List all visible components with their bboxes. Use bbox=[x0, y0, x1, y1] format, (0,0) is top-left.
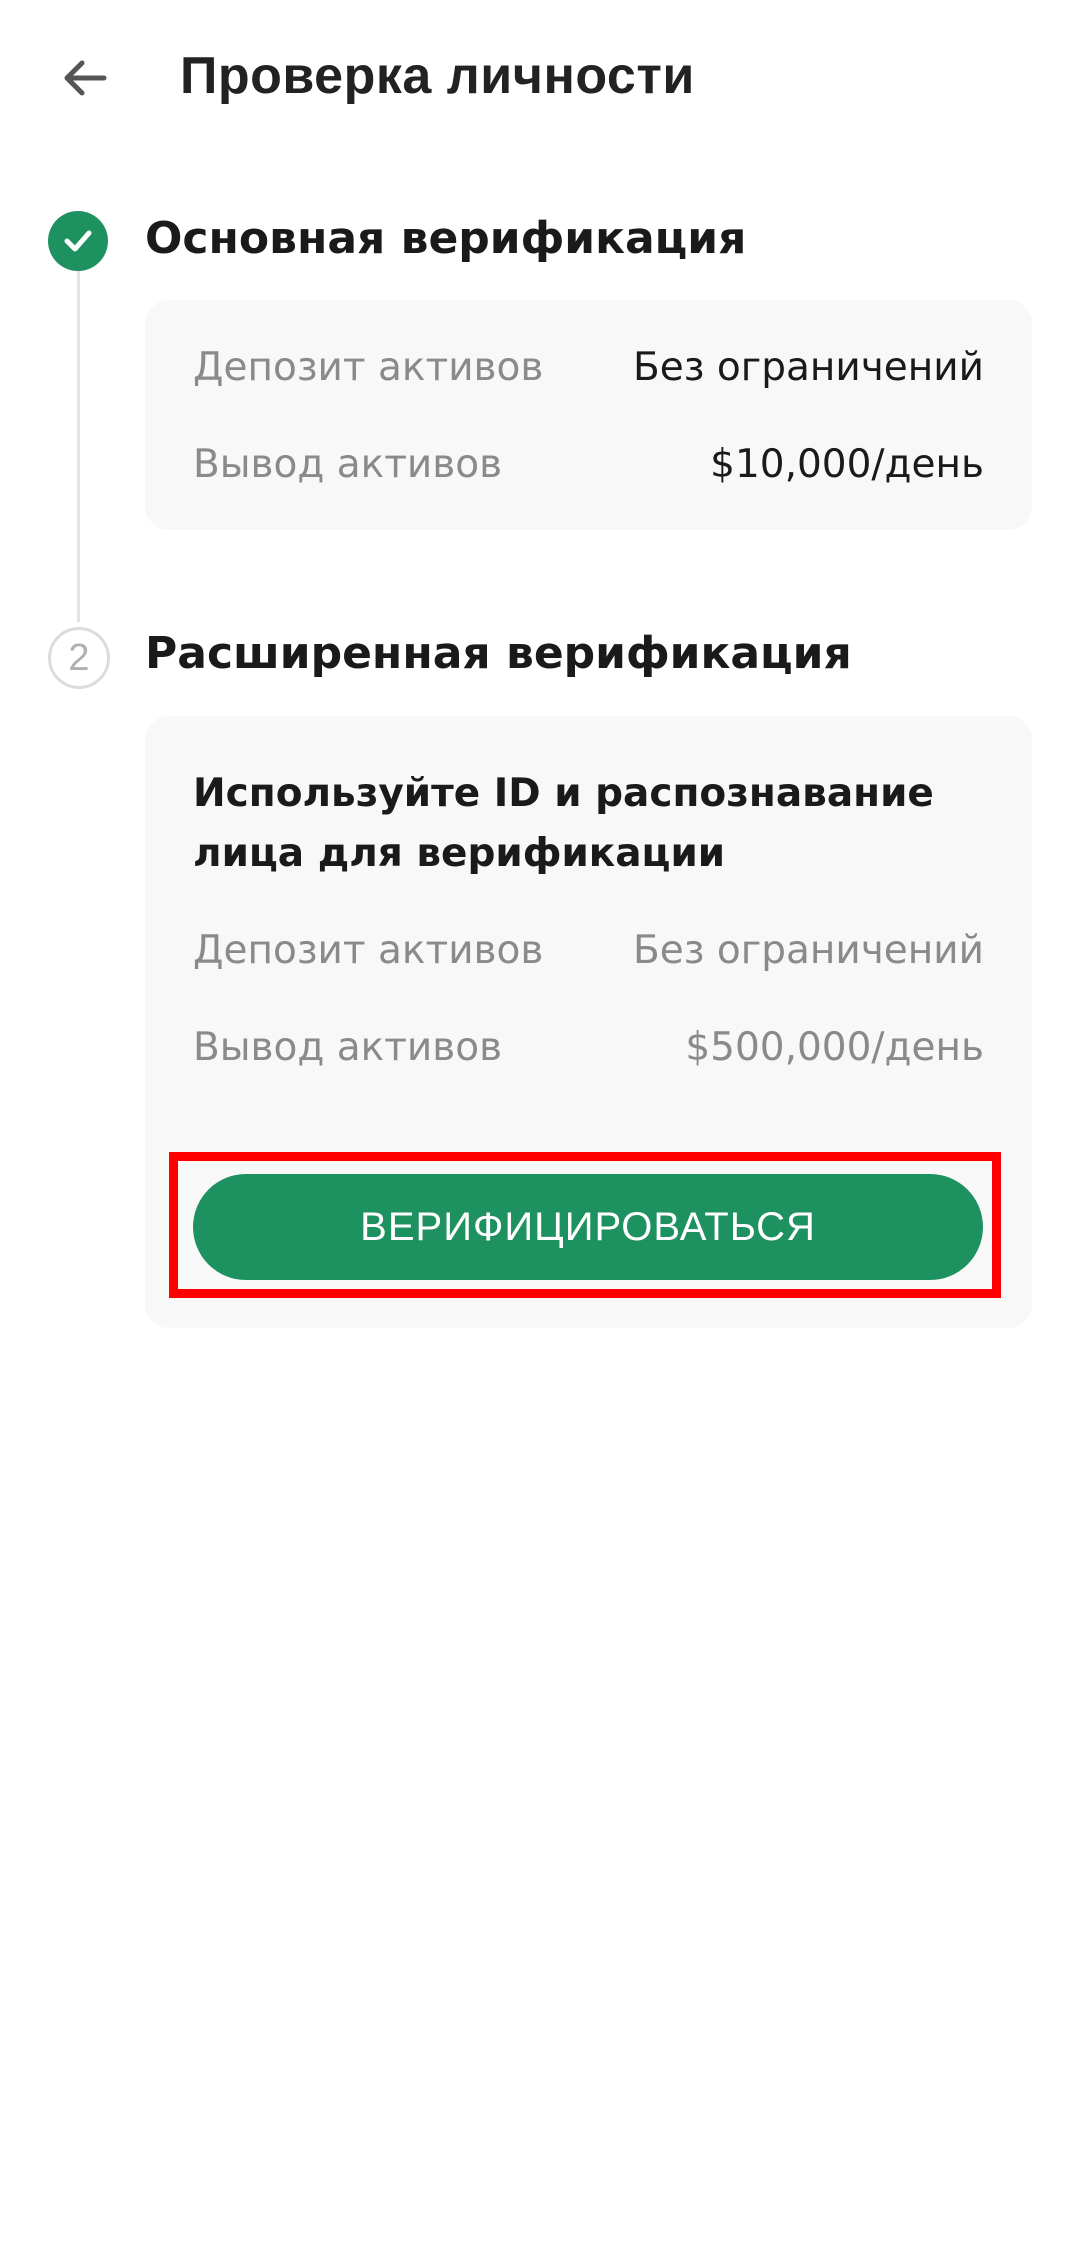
limit-label: Вывод активов bbox=[193, 442, 503, 487]
app-header: Проверка личности bbox=[0, 0, 1080, 160]
step-title-basic: Основная верификация bbox=[145, 213, 747, 264]
page-title: Проверка личности bbox=[180, 47, 695, 105]
limit-label: Депозит активов bbox=[193, 345, 544, 390]
step-connector-line bbox=[77, 270, 80, 622]
step-number-indicator: 2 bbox=[48, 627, 110, 689]
limit-value: $500,000/день bbox=[685, 1025, 984, 1070]
limit-value: Без ограничений bbox=[633, 928, 984, 973]
limit-value: Без ограничений bbox=[633, 345, 984, 390]
limit-label: Депозит активов bbox=[193, 928, 544, 973]
back-button[interactable] bbox=[50, 40, 120, 116]
step-title-advanced: Расширенная верификация bbox=[145, 628, 852, 679]
arrow-left-icon bbox=[64, 60, 107, 96]
limit-row-deposit: Депозит активов Без ограничений bbox=[193, 928, 984, 973]
limit-value: $10,000/день bbox=[710, 442, 984, 487]
verify-button[interactable]: ВЕРИФИЦИРОВАТЬСЯ bbox=[193, 1174, 983, 1280]
card-description: Используйте ID и распознавание лица для … bbox=[193, 771, 934, 876]
limit-label: Вывод активов bbox=[193, 1025, 503, 1070]
basic-verification-card: Депозит активов Без ограничений Вывод ак… bbox=[145, 300, 1032, 530]
step-completed-indicator bbox=[48, 211, 108, 271]
limit-row-deposit: Депозит активов Без ограничений bbox=[193, 345, 984, 390]
check-icon bbox=[64, 230, 92, 252]
limit-row-withdraw: Вывод активов $500,000/день bbox=[193, 1025, 984, 1070]
limit-row-withdraw: Вывод активов $10,000/день bbox=[193, 442, 984, 487]
